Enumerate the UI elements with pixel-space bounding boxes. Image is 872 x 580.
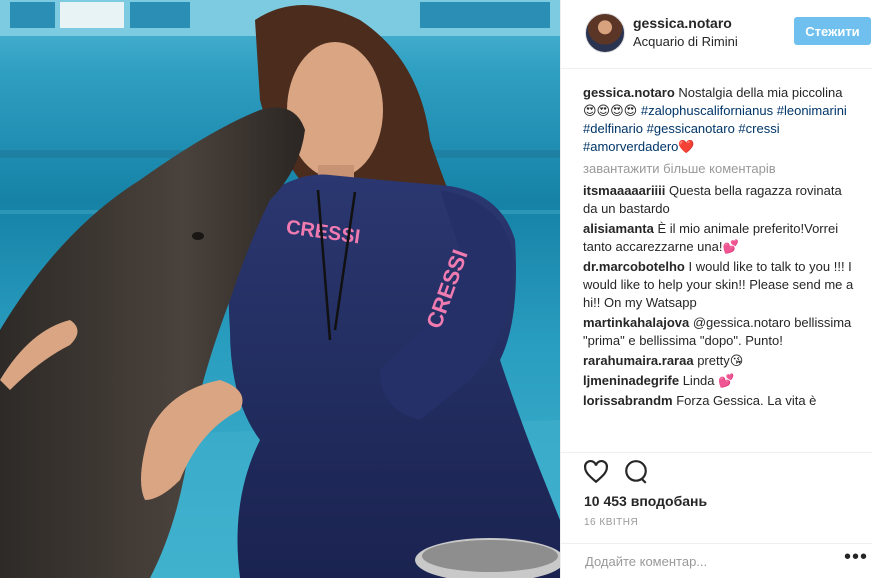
avatar[interactable] [585, 13, 625, 53]
comment-text: Linda 💕 [682, 373, 735, 388]
caption: gessica.notaro Nostalgia della mia picco… [583, 84, 855, 156]
photo-illustration: CRESSI CRESSI [0, 0, 560, 578]
post-header: gessica.notaro Acquario di Rimini Стежит… [561, 0, 872, 69]
comment: dr.marcobotelho I would like to talk to … [583, 258, 855, 312]
post-sidebar: gessica.notaro Acquario di Rimini Стежит… [560, 0, 872, 578]
load-more-comments-link[interactable]: завантажити більше коментарів [583, 160, 855, 178]
comment-username[interactable]: rarahumaira.raraa [583, 353, 694, 368]
instagram-post: CRESSI CRESSI gessica.notaro Acquario di… [0, 0, 872, 578]
hashtag[interactable]: #delfinario [583, 121, 643, 136]
comment: ljmeninadegrife Linda 💕 [583, 372, 855, 390]
comments-list: gessica.notaro Nostalgia della mia picco… [583, 84, 855, 452]
hashtag[interactable]: #zalophuscalifornianus [641, 103, 773, 118]
comment-text: pretty😘 [697, 353, 744, 368]
comment-username[interactable]: itsmaaaaariiii [583, 183, 665, 198]
hashtag[interactable]: #amorverdadero❤️ [583, 139, 695, 154]
comment-username[interactable]: martinkahalajova [583, 315, 689, 330]
caption-username[interactable]: gessica.notaro [583, 85, 675, 100]
post-location[interactable]: Acquario di Rimini [633, 34, 738, 49]
comment-username[interactable]: alisiamanta [583, 221, 654, 236]
comment-input[interactable] [583, 553, 827, 570]
comment-text: Forza Gessica. La vita è [676, 393, 817, 408]
post-date[interactable]: 16 КВІТНЯ [584, 517, 638, 528]
hashtag[interactable]: #gessicanotaro [647, 121, 735, 136]
comment-username[interactable]: lorissabrandm [583, 393, 673, 408]
comment-username[interactable]: dr.marcobotelho [583, 259, 685, 274]
likes-count[interactable]: 10 453 вподобань [584, 493, 707, 509]
comment: rarahumaira.raraa pretty😘 [583, 352, 855, 370]
post-username[interactable]: gessica.notaro [633, 15, 732, 31]
comment: itsmaaaaariiii Questa bella ragazza rovi… [583, 182, 855, 218]
comment: alisiamanta È il mio animale preferito!V… [583, 220, 855, 256]
add-comment-bar: ••• [561, 543, 872, 580]
post-photo[interactable]: CRESSI CRESSI [0, 0, 560, 578]
more-options-icon[interactable]: ••• [844, 546, 868, 569]
follow-button[interactable]: Стежити [794, 17, 871, 45]
hashtag[interactable]: #cressi [738, 121, 779, 136]
comment-username[interactable]: ljmeninadegrife [583, 373, 679, 388]
comment: lorissabrandm Forza Gessica. La vita è [583, 392, 855, 410]
post-actions: 10 453 вподобань 16 КВІТНЯ ••• [561, 452, 872, 579]
hashtag[interactable]: #leonimarini [777, 103, 847, 118]
comment: martinkahalajova @gessica.notaro belliss… [583, 314, 855, 350]
heart-icon[interactable] [583, 459, 609, 490]
comment-icon[interactable] [623, 459, 649, 490]
